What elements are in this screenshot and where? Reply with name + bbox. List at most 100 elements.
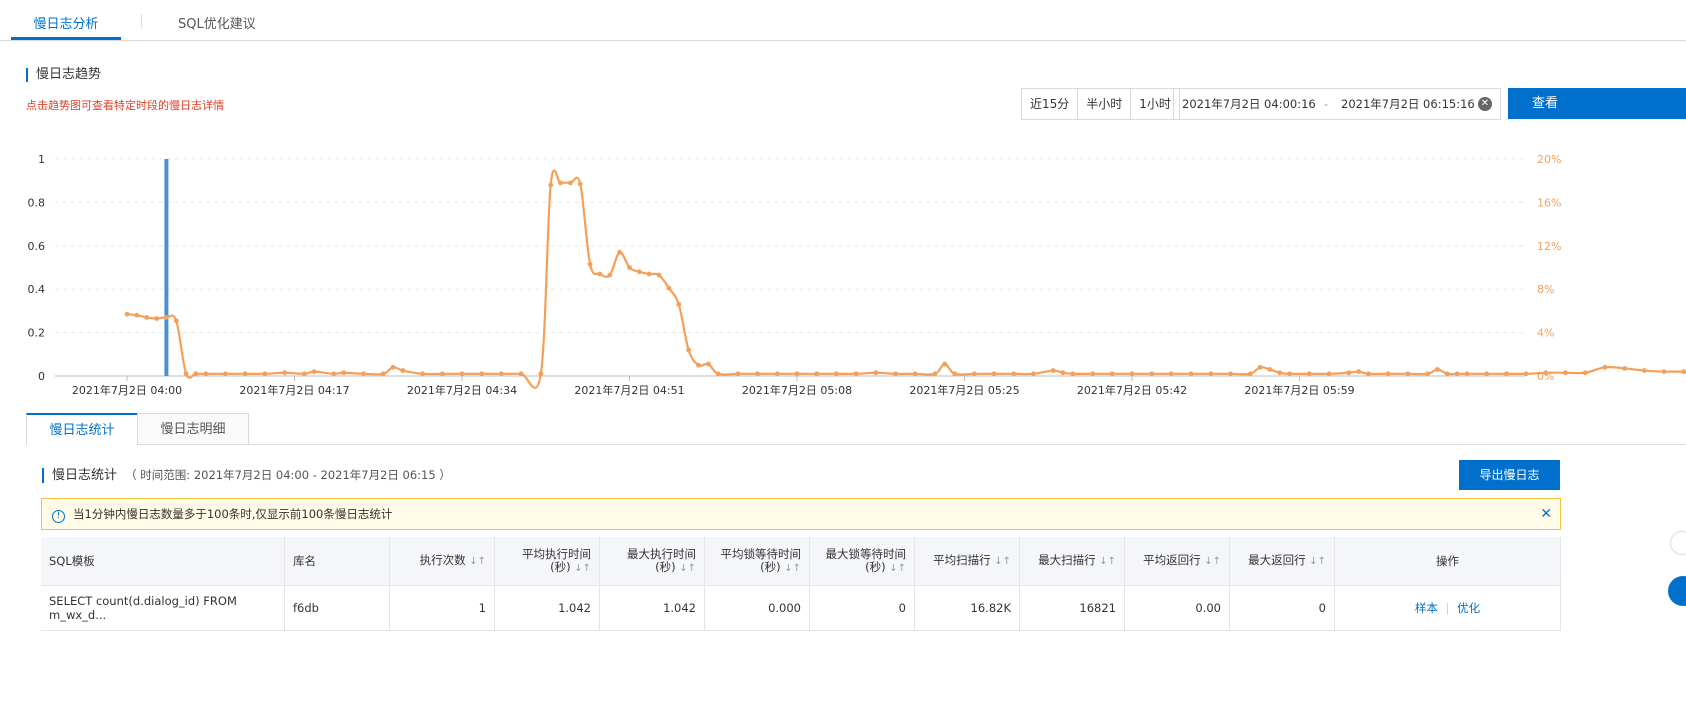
line-point [1208,371,1214,377]
line-point [1563,370,1568,376]
range-end[interactable]: 2021年7月2日 06:15:16 [1341,89,1475,119]
stats-time-range: （ 时间范围: 2021年7月2日 04:00 - 2021年7月2日 06:1… [125,468,451,482]
line-point [686,347,692,353]
tab-divider [141,14,142,28]
line-point [1582,370,1588,376]
line-point [341,370,347,376]
top-tabbar: 慢日志分析 SQL优化建议 [0,0,1686,41]
chart-bars [164,159,169,376]
y-tick-label-right: 0% [1537,370,1554,383]
stats-title-text: 慢日志统计 [52,468,118,483]
line-point [1277,370,1283,376]
table-row: SELECT count(d.dialog_id) FROM m_wx_d...… [41,585,1561,631]
line-point [1464,371,1470,377]
clear-icon[interactable]: ✕ [1478,97,1492,111]
line-point [331,371,337,377]
line-point [459,371,465,377]
sample-link[interactable]: 样本 [1415,601,1438,615]
line-point [1090,371,1095,377]
y-tick-label-left: 0 [38,370,45,383]
line-point [1523,371,1529,377]
line-point [735,371,741,377]
x-tick-label: 2021年7月2日 04:00 [72,383,182,397]
line-point [1425,371,1430,377]
y-tick-label-right: 20% [1537,153,1561,166]
x-tick-label: 2021年7月2日 04:34 [407,383,517,397]
line-point [567,180,573,186]
side-float-icon[interactable] [1670,531,1686,555]
line-point [755,371,760,377]
close-icon[interactable]: ✕ [1540,499,1552,529]
cell-max-ret: 0 [1229,585,1335,631]
chart-axes: 0 0% 0.2 4% 0.4 8% 0.6 12% 0.8 16% 1 20% 2021年7月2日 0… [28,153,1562,397]
export-slowlog-button[interactable]: 导出慢日志 [1459,460,1560,490]
cell-actions: 样本 | 优化 [1334,585,1561,631]
col-exec-count[interactable]: 执行次数 ↓↑ [389,537,495,586]
slowlog-trend-chart[interactable]: 0 0% 0.2 4% 0.4 8% 0.6 12% 0.8 16% 1 20% 2021年7月2日 0… [0,140,1686,402]
line-point [1149,371,1155,377]
y-tick-label-right: 12% [1537,240,1561,253]
chart-line [124,169,1686,389]
line-point [587,261,593,267]
x-tick-label: 2021年7月2日 05:59 [1244,383,1354,397]
optimize-link[interactable]: 优化 [1457,601,1480,615]
line-point [873,370,879,376]
col-avg-exec-time[interactable]: 平均执行时间 (秒) ↓↑ [494,537,600,586]
line-point [646,271,652,277]
tab-sql-optimization[interactable]: SQL优化建议 [178,0,256,38]
x-tick-label: 2021年7月2日 05:42 [1077,383,1187,397]
cell-avg-ret: 0.00 [1124,585,1230,631]
line-point [893,371,898,377]
col-max-exec-time[interactable]: 最大执行时间 (秒) ↓↑ [599,537,705,586]
x-tick-label: 2021年7月2日 05:08 [742,383,852,397]
quick-range-1h[interactable]: 1小时 [1131,89,1179,119]
col-max-return-rows[interactable]: 最大返回行 ↓↑ [1229,537,1335,586]
line-point [1444,371,1450,377]
tab-slowlog-analysis[interactable]: 慢日志分析 [11,0,121,40]
cell-max-lock: 0 [809,585,915,631]
section-title-stats: 慢日志统计 （ 时间范围: 2021年7月2日 04:00 - 2021年7月2… [42,468,451,483]
quick-range-30min[interactable]: 半小时 [1078,89,1132,119]
sort-icon: ↓↑ [1099,556,1116,567]
line-point [607,272,613,278]
col-avg-return-rows[interactable]: 平均返回行 ↓↑ [1124,537,1230,586]
section-title-trend: 慢日志趋势 [26,68,101,82]
range-start[interactable]: 2021年7月2日 04:00:16 [1182,89,1316,119]
line-point [991,371,997,377]
line-point [942,361,948,367]
line-point [597,271,603,277]
bar [164,159,169,376]
cell-avg-time: 1.042 [494,585,600,631]
line-point [912,371,918,377]
line-point [390,364,396,370]
col-max-scan-rows[interactable]: 最大扫描行 ↓↑ [1019,537,1125,586]
line-point [1326,371,1332,377]
line-point [1011,371,1017,377]
col-avg-scan-rows[interactable]: 平均扫描行 ↓↑ [914,537,1020,586]
line-point [971,371,977,377]
line-point [499,371,504,377]
line-point [1454,371,1460,377]
line-point [617,249,623,255]
sort-icon: ↓↑ [1309,556,1326,567]
tab-slowlog-detail[interactable]: 慢日志明细 [137,413,249,444]
line-point [439,371,445,377]
line-point [656,272,662,278]
tab-slowlog-stats[interactable]: 慢日志统计 [26,413,138,445]
line-point [262,371,268,377]
series-line [126,169,1686,389]
col-max-lock-time[interactable]: 最大锁等待时间 (秒) ↓↑ [809,537,915,586]
line-point [420,371,425,377]
date-range-picker[interactable]: 2021年7月2日 04:00:16 - 2021年7月2日 06:15:16 … [1173,88,1501,120]
help-float-icon[interactable] [1668,576,1686,606]
cell-avg-lock: 0.000 [704,585,810,631]
col-avg-lock-time[interactable]: 平均锁等待时间 (秒) ↓↑ [704,537,810,586]
view-button[interactable]: 查看 [1508,88,1686,119]
quick-range-15min[interactable]: 近15分 [1022,89,1079,119]
sort-icon: ↓↑ [679,562,696,574]
line-point [479,371,485,377]
y-tick-label-right: 4% [1537,327,1554,340]
line-point [932,371,938,377]
line-point [548,182,554,188]
line-point [124,311,130,317]
